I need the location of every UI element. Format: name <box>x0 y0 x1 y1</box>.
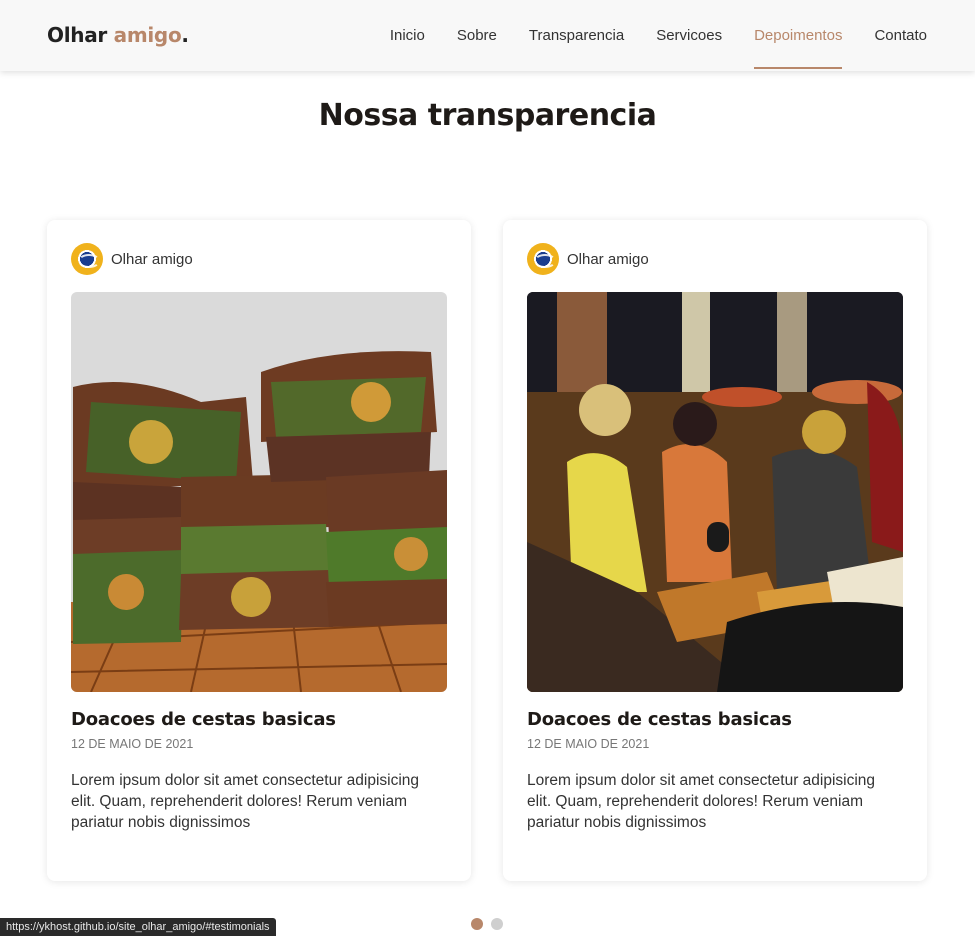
logo[interactable]: Olhar amigo. <box>47 23 189 47</box>
author-name: Olhar amigo <box>567 250 649 268</box>
nav-label: Sobre <box>456 27 497 44</box>
card-text: Lorem ipsum dolor sit amet consectetur a… <box>71 772 420 831</box>
eye-logo-icon <box>527 243 559 275</box>
testimonial-card: Olhar amigo Doacoes de cestas basicas 12… <box>47 220 471 881</box>
pagination-dot-2[interactable] <box>491 918 503 930</box>
card-author: Olhar amigo <box>71 243 193 275</box>
card-title: Doacoes de cestas basicas <box>71 709 336 730</box>
card-image <box>527 292 903 692</box>
carousel-pagination <box>471 918 511 930</box>
eye-logo-icon <box>71 243 103 275</box>
card-image <box>71 292 447 692</box>
browser-status-url: https://ykhost.github.io/site_olhar_amig… <box>0 918 276 936</box>
nav-item-inicio[interactable]: Inicio <box>390 0 425 71</box>
site-header: Olhar amigo. Inicio Sobre Transparencia … <box>0 0 975 71</box>
nav-label: Inicio <box>389 27 425 44</box>
card-text: Lorem ipsum dolor sit amet consectetur a… <box>527 772 876 831</box>
section-title: Nossa transparencia <box>318 98 657 133</box>
nav-item-servicoes[interactable]: Servicoes <box>656 0 722 71</box>
nav-label: Servicoes <box>656 27 723 44</box>
main-nav: Inicio Sobre Transparencia Servicoes Dep… <box>358 0 927 71</box>
card-date: 12 DE MAIO DE 2021 <box>527 737 650 751</box>
nav-label: Depoimentos <box>754 27 843 44</box>
card-date: 12 DE MAIO DE 2021 <box>71 737 194 751</box>
nav-item-contato[interactable]: Contato <box>874 0 927 71</box>
logo-main: Olhar <box>47 23 107 47</box>
nav-item-depoimentos[interactable]: Depoimentos <box>754 0 843 71</box>
logo-dot: . <box>181 23 189 47</box>
card-title: Doacoes de cestas basicas <box>527 709 792 730</box>
logo-accent: amigo <box>113 23 182 47</box>
card-author: Olhar amigo <box>527 243 649 275</box>
volunteers-photo <box>527 292 903 692</box>
nav-label: Transparencia <box>528 27 625 44</box>
nav-label: Contato <box>874 27 927 44</box>
author-name: Olhar amigo <box>111 250 193 268</box>
donation-bags-photo <box>71 292 447 692</box>
nav-item-transparencia[interactable]: Transparencia <box>529 0 624 71</box>
nav-item-sobre[interactable]: Sobre <box>457 0 497 71</box>
testimonial-card: Olhar amigo Doacoes de cestas basicas 12… <box>503 220 927 881</box>
active-nav-underline <box>754 67 843 69</box>
pagination-dot-1[interactable] <box>471 918 483 930</box>
